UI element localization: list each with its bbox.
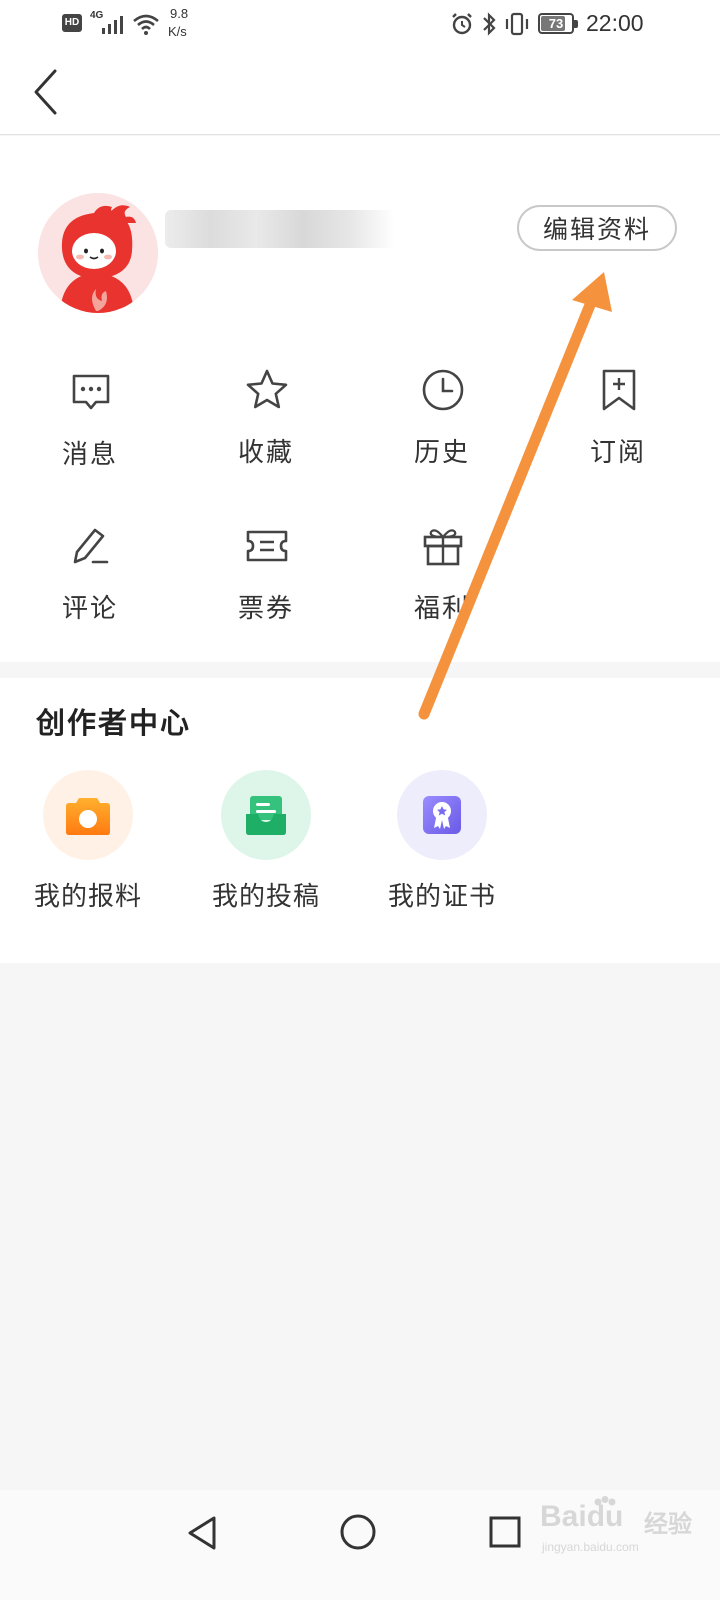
watermark-brand: Bai [540,1500,587,1533]
grid-item-welfare[interactable]: 福利 [352,524,532,654]
battery-level: 73 [548,16,564,31]
vibrate-icon [505,12,529,36]
inbox-icon [246,796,286,835]
paw-icon [594,1496,616,1506]
nav-recents-icon[interactable] [488,1515,522,1549]
bookmark-icon [602,369,636,411]
nav-home-icon[interactable] [338,1512,378,1552]
hd-icon: HD [62,14,82,32]
network-speed: 9.8 [170,6,189,21]
creator-item-my-certificates[interactable]: 我的证书 [352,770,532,920]
certificate-icon [423,796,461,834]
alarm-icon [452,13,472,35]
grid-label: 订阅 [589,438,646,468]
creator-item-my-reports[interactable]: 我的报料 [0,770,178,920]
username-blurred [165,210,395,248]
message-icon [72,374,110,410]
back-icon[interactable] [28,68,64,116]
grid-item-comments[interactable]: 评论 [0,524,180,654]
system-nav-bar: Baidu 经验 jingyan.baidu.com [0,1490,720,1600]
grid-item-messages[interactable]: 消息 [0,370,180,500]
creator-label: 我的证书 [387,882,496,912]
clock-icon [422,369,464,411]
creator-label: 我的报料 [33,882,142,912]
grid-label: 消息 [61,440,118,470]
profile-panel: 编辑资料 消息 收藏 历史 订阅 评论 票券 福利 [0,136,720,662]
grid-label: 福利 [413,594,470,624]
top-bar [0,50,720,135]
wifi-icon [133,14,159,35]
bluetooth-icon [483,12,496,36]
watermark: Baidu 经验 jingyan.baidu.com [540,1496,710,1560]
grid-label: 票券 [237,594,294,624]
grid-label: 收藏 [237,438,294,468]
grid-label: 历史 [413,438,470,468]
battery-icon: 73 [538,13,578,34]
edit-profile-button[interactable]: 编辑资料 [517,205,677,251]
watermark-url: jingyan.baidu.com [542,1540,639,1554]
creator-center-panel: 创作者中心 我的报料 我的投稿 我的证书 [0,678,720,963]
grid-item-favorites[interactable]: 收藏 [176,368,356,498]
creator-item-my-submissions[interactable]: 我的投稿 [176,770,356,920]
grid-item-subscriptions[interactable]: 订阅 [528,368,708,498]
mascot-icon [38,193,158,313]
gift-icon [423,529,463,566]
nav-back-icon[interactable] [186,1514,220,1552]
creator-label: 我的投稿 [211,882,320,912]
camera-icon [66,798,110,835]
clock-time: 22:00 [586,10,644,36]
pen-icon [73,528,109,564]
star-icon [246,369,288,409]
section-title: 创作者中心 [36,706,192,740]
ticket-icon [246,530,288,562]
status-bar: HD 4G 9.8 K/s 73 22:00 [0,0,720,50]
watermark-brand-cn: 经验 [644,1510,692,1538]
network-speed-unit: K/s [168,24,187,39]
avatar[interactable] [38,193,158,313]
grid-item-tickets[interactable]: 票券 [176,524,356,654]
grid-label: 评论 [61,594,118,624]
grid-item-history[interactable]: 历史 [352,368,532,498]
signal-icon [102,16,123,34]
